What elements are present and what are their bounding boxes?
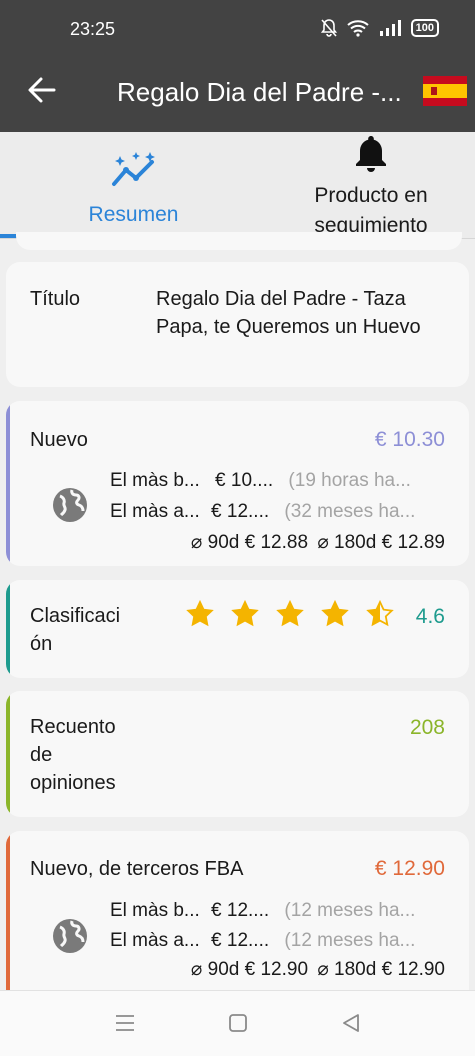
reviews-label-line2: de — [30, 744, 53, 766]
average-row: ⌀ 90d € 12.90 ⌀ 180d € 12.90 — [191, 957, 445, 983]
globe-icon — [53, 488, 87, 522]
bell-muted-icon — [320, 19, 337, 37]
signal-icon — [379, 20, 401, 36]
tab-resumen[interactable]: Resumen — [0, 132, 267, 236]
price-card-fba[interactable]: Nuevo, de terceros FBA € 12.90 El màs b.… — [6, 831, 469, 991]
partial-card — [16, 232, 462, 250]
spain-flag-icon[interactable] — [423, 76, 467, 106]
reviews-label-line1: Recuento — [30, 716, 116, 738]
fba-label: Nuevo, de terceros FBA — [30, 858, 244, 880]
title-card: Título Regalo Dia del Padre - Taza Papa,… — [6, 262, 469, 387]
star-full-icon — [186, 600, 214, 627]
battery-icon: 100 — [410, 19, 439, 37]
reviews-count-card[interactable]: Recuento de opiniones 208 — [6, 691, 469, 817]
nuevo-label: Nuevo — [30, 429, 88, 451]
trending-icon — [111, 152, 155, 186]
accent-stripe — [6, 401, 10, 566]
lowest-price: € 10.... — [215, 470, 274, 491]
rating-stars — [186, 600, 394, 628]
highest-when: (12 meses ha... — [284, 930, 416, 951]
lowest-when: (19 horas ha... — [288, 470, 411, 491]
status-icons: 100 — [320, 19, 439, 37]
avg180-value: € 12.90 — [381, 959, 445, 980]
avg180-value: € 12.89 — [381, 532, 445, 553]
average-row: ⌀ 90d € 12.88 ⌀ 180d € 12.89 — [191, 530, 445, 556]
status-bar: 23:25 100 — [0, 0, 475, 60]
accent-stripe — [6, 691, 10, 817]
bell-icon — [356, 136, 386, 172]
globe-icon — [53, 919, 87, 953]
menu-icon[interactable] — [114, 1013, 136, 1033]
highest-label: El màs a... — [110, 930, 200, 951]
app-bar: Regalo Dia del Padre -... — [0, 60, 475, 132]
highest-price-row: El màs a... € 12.... (32 meses ha... — [110, 499, 415, 525]
reviews-label-line3: opiniones — [30, 772, 116, 794]
page-title: Regalo Dia del Padre -... — [117, 77, 402, 107]
avg180-label: ⌀ 180d — [317, 959, 377, 980]
system-nav-bar — [0, 990, 475, 1056]
lowest-price-row: El màs b... € 12.... (12 meses ha... — [110, 898, 415, 924]
accent-stripe — [6, 580, 10, 678]
rating-value: 4.6 — [415, 605, 445, 628]
avg180-label: ⌀ 180d — [317, 532, 377, 553]
fba-price: € 12.90 — [374, 857, 445, 880]
rating-label-line1: Clasificaci — [30, 605, 121, 627]
rating-label-line2: ón — [30, 633, 53, 655]
lowest-label: El màs b... — [110, 470, 200, 491]
lowest-label: El màs b... — [110, 900, 200, 921]
rating-card[interactable]: Clasificaci ón 4.6 — [6, 580, 469, 678]
lowest-price-row: El màs b... € 10.... (19 horas ha... — [110, 468, 411, 494]
back-arrow-icon[interactable] — [26, 74, 58, 106]
avg90-label: ⌀ 90d — [190, 959, 240, 980]
star-full-icon — [231, 600, 259, 627]
tab-bar: Resumen Producto en seguimiento — [0, 132, 475, 239]
nuevo-price: € 10.30 — [374, 428, 445, 451]
tab-producto-seguimiento[interactable]: Producto en seguimiento — [267, 132, 475, 237]
star-full-icon — [321, 600, 349, 627]
status-time: 23:25 — [70, 19, 116, 39]
avg90-value: € 12.90 — [244, 959, 309, 980]
tab-seguimiento-label-line1: Producto en — [314, 184, 428, 207]
highest-price: € 12.... — [211, 501, 270, 522]
star-half-icon — [366, 600, 394, 627]
avg90-value: € 12.88 — [244, 532, 309, 553]
home-icon[interactable] — [228, 1013, 248, 1033]
highest-label: El màs a... — [110, 501, 200, 522]
lowest-price: € 12.... — [211, 900, 270, 921]
accent-stripe — [6, 831, 10, 991]
wifi-icon — [346, 20, 369, 37]
title-value: Regalo Dia del Padre - Taza Papa, te Que… — [156, 288, 421, 338]
highest-when: (32 meses ha... — [284, 501, 416, 522]
highest-price: € 12.... — [211, 930, 270, 951]
avg90-label: ⌀ 90d — [190, 532, 240, 553]
lowest-when: (12 meses ha... — [284, 900, 416, 921]
price-card-nuevo[interactable]: Nuevo € 10.30 El màs b... € 10.... (19 h… — [6, 401, 469, 566]
title-label: Título — [30, 288, 81, 310]
reviews-count: 208 — [409, 716, 445, 739]
star-full-icon — [276, 600, 304, 627]
highest-price-row: El màs a... € 12.... (12 meses ha... — [110, 928, 415, 954]
back-triangle-icon[interactable] — [340, 1012, 362, 1034]
tab-resumen-label: Resumen — [88, 203, 179, 226]
